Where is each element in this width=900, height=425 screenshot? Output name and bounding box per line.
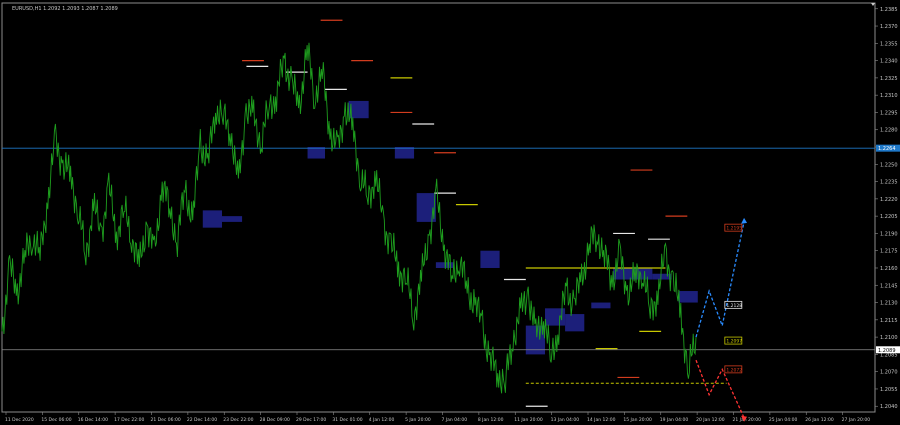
x-tick-label: 22 Dec 14:00 [187, 417, 217, 423]
x-tick-label: 26 Jan 12:00 [805, 417, 834, 423]
projection-level-label: 1.2072 [726, 367, 742, 373]
y-tick-label: 1.2070 [880, 370, 898, 376]
x-tick-label: 8 Jan 12:00 [478, 417, 504, 423]
x-tick-label: 17 Dec 22:00 [114, 417, 144, 423]
y-tick-label: 1.2235 [880, 180, 898, 186]
x-tick-label: 15 Jan 20:00 [623, 417, 652, 423]
projection-level-label: 1.2128 [726, 303, 742, 309]
y-tick-label: 1.2100 [880, 335, 898, 341]
x-tick-label: 5 Jan 20:00 [405, 417, 431, 423]
symbol-info-text: EURUSD,H1 1.2092 1.2093 1.2087 1.2089 [12, 6, 118, 12]
x-tick-label: 29 Dec 17:00 [296, 417, 326, 423]
x-tick-label: 7 Jan 04:00 [442, 417, 468, 423]
price-line [1, 42, 697, 394]
supply-demand-zone [652, 273, 672, 280]
y-tick-label: 1.2280 [880, 128, 898, 134]
x-tick-label: 21 Jan 20:00 [733, 417, 762, 423]
projection-level-label: 1.2195 [726, 226, 742, 232]
y-tick-label: 1.2145 [880, 283, 898, 289]
x-tick-label: 15 Dec 06:00 [41, 417, 71, 423]
x-tick-label: 20 Jan 12:00 [696, 417, 725, 423]
x-tick-label: 23 Dec 22:00 [223, 417, 253, 423]
supply-demand-zone [678, 291, 698, 303]
supply-demand-zone [591, 302, 611, 309]
y-tick-label: 1.2295 [880, 110, 898, 116]
y-tick-label: 1.2220 [880, 197, 898, 203]
y-tick-label: 1.2325 [880, 76, 898, 82]
chart-window[interactable]: EURUSD,H1 1.2092 1.2093 1.2087 1.2089 1.2… [0, 0, 900, 425]
y-tick-label: 1.2250 [880, 162, 898, 168]
x-tick-label: 21 Dec 06:00 [151, 417, 181, 423]
x-tick-label: 27 Jan 20:00 [842, 417, 871, 423]
y-tick-label: 1.2310 [880, 93, 898, 99]
y-tick-label: 1.2130 [880, 301, 898, 307]
y-tick-label: 1.2160 [880, 266, 898, 272]
y-tick-label: 1.2385 [880, 7, 898, 13]
x-tick-label: 13 Jan 04:00 [551, 417, 580, 423]
supply-demand-zone [394, 147, 415, 159]
x-tick-label: 31 Dec 01:00 [332, 417, 362, 423]
x-tick-label: 11 Dec 2020 [5, 417, 34, 423]
x-tick-label: 16 Dec 14:00 [78, 417, 108, 423]
supply-demand-zone [221, 216, 243, 222]
supply-demand-zone [202, 210, 222, 228]
bullish-projection-path [695, 221, 745, 338]
y-tick-label: 1.2115 [880, 318, 898, 324]
y-tick-label: 1.2205 [880, 214, 898, 220]
bullish-arrow-head [741, 217, 748, 224]
x-tick-label: 28 Dec 09:00 [260, 417, 290, 423]
y-tick-label: 1.2190 [880, 231, 898, 237]
x-tick-label: 25 Jan 04:00 [769, 417, 798, 423]
chart-shift-icon [871, 3, 875, 6]
supply-demand-zone [613, 267, 633, 280]
current-price-label: 1.2089 [878, 348, 896, 354]
projection-level-label: 1.2097 [726, 339, 742, 345]
price-chart-svg[interactable]: EURUSD,H1 1.2092 1.2093 1.2087 1.2089 1.2… [0, 0, 900, 425]
y-tick-label: 1.2175 [880, 249, 898, 255]
x-tick-label: 11 Jan 20:00 [514, 417, 543, 423]
y-tick-label: 1.2055 [880, 387, 898, 393]
x-tick-label: 14 Jan 12:00 [587, 417, 616, 423]
supply-demand-zone [307, 147, 326, 159]
y-tick-label: 1.2340 [880, 59, 898, 65]
x-tick-label: 19 Jan 04:00 [660, 417, 689, 423]
y-tick-label: 1.2370 [880, 24, 898, 30]
x-tick-label: 4 Jan 12:00 [369, 417, 395, 423]
blue-line-price-label: 1.2264 [878, 146, 896, 152]
y-tick-label: 1.2040 [880, 404, 898, 410]
supply-demand-zone [480, 250, 500, 268]
y-tick-label: 1.2355 [880, 41, 898, 47]
supply-demand-zone [565, 314, 585, 332]
